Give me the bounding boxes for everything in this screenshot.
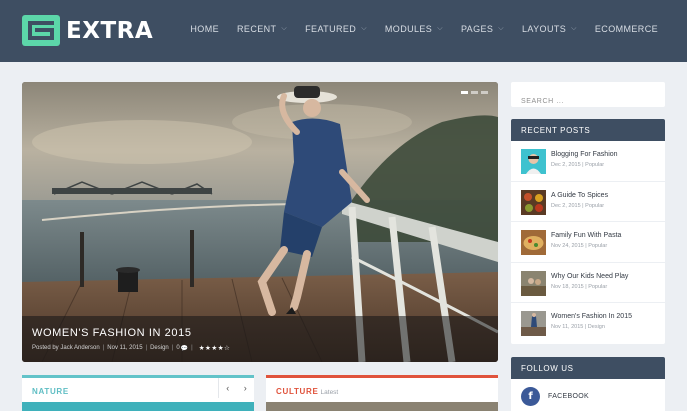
nav-item-modules[interactable]: MODULES ⌵: [385, 24, 443, 34]
culture-subtitle: Latest: [320, 389, 339, 396]
nature-card-image[interactable]: [22, 402, 254, 411]
culture-card-image[interactable]: [266, 402, 498, 411]
site-header: EXTRA HOME RECENT ⌵ FEATURED ⌵ MODULES ⌵ PA…: [0, 0, 687, 62]
nav-item-home[interactable]: HOME: [190, 24, 219, 34]
hero-meta: Posted by Jack Anderson | Nov 11, 2015 |…: [32, 345, 231, 352]
facebook-link[interactable]: f FACEBOOK: [521, 387, 589, 406]
nav-label: ECOMMERCE: [594, 24, 658, 34]
category-link[interactable]: Design: [150, 345, 169, 351]
site-logo[interactable]: EXTRA: [22, 15, 153, 46]
chevron-down-icon: ⌵: [571, 25, 577, 32]
chevron-down-icon: ⌵: [281, 25, 288, 32]
list-item[interactable]: A Guide To Spices Dec 2, 2015 | Popular: [511, 182, 665, 223]
post-meta: Nov 11, 2015 | Design: [551, 324, 605, 331]
nav-item-featured[interactable]: FEATURED ⌵: [305, 24, 367, 34]
slider-dot[interactable]: [481, 91, 488, 94]
nav-label: MODULES: [384, 24, 433, 34]
search-input[interactable]: [521, 98, 655, 105]
post-meta: Nov 24, 2015 | Popular: [551, 243, 608, 250]
facebook-icon: f: [521, 387, 540, 406]
logo-wordmark: EXTRA: [66, 17, 154, 44]
facebook-label: FACEBOOK: [548, 393, 589, 400]
nav-label: PAGES: [460, 24, 494, 34]
culture-title-text[interactable]: CULTURE: [276, 387, 319, 396]
hero-featured-post[interactable]: WOMEN'S FASHION IN 2015 Posted by Jack A…: [22, 82, 498, 362]
post-thumbnail[interactable]: [521, 189, 546, 215]
posted-by-label: Posted by: [32, 345, 59, 351]
follow-us-heading: FOLLOW US: [511, 357, 665, 379]
recent-posts-widget: RECENT POSTS Blogging For Fashion Dec 2,…: [511, 119, 665, 344]
culture-card-title: CULTURE Latest: [276, 387, 338, 396]
chevron-down-icon: ⌵: [498, 25, 505, 32]
follow-us-widget: FOLLOW US f FACEBOOK: [511, 357, 665, 411]
carousel-controls: ‹ ›: [218, 378, 254, 398]
nav-label: LAYOUTS: [522, 24, 567, 34]
nature-category-card: NATURE ‹ ›: [22, 375, 254, 411]
slider-dot[interactable]: [461, 91, 468, 94]
post-meta: Dec 2, 2015 | Popular: [551, 202, 605, 209]
chevron-left-icon[interactable]: ‹: [226, 383, 229, 393]
post-thumbnail[interactable]: [521, 311, 546, 337]
slider-dot[interactable]: [471, 91, 478, 94]
post-title[interactable]: Blogging For Fashion: [551, 151, 618, 158]
chevron-down-icon: ⌵: [437, 25, 443, 32]
list-item[interactable]: Family Fun With Pasta Nov 24, 2015 | Pop…: [511, 222, 665, 263]
hero-title[interactable]: WOMEN'S FASHION IN 2015: [32, 327, 192, 339]
hero-caption-overlay: [22, 316, 498, 362]
chevron-right-icon[interactable]: ›: [244, 383, 247, 393]
list-item[interactable]: Women's Fashion In 2015 Nov 11, 2015 | D…: [511, 303, 665, 344]
recent-posts-list: Blogging For Fashion Dec 2, 2015 | Popul…: [511, 141, 665, 344]
slider-dots: [461, 91, 488, 94]
post-title[interactable]: A Guide To Spices: [551, 192, 608, 199]
post-meta: Nov 18, 2015 | Popular: [551, 283, 608, 290]
nav-item-ecommerce[interactable]: ECOMMERCE: [595, 24, 658, 34]
nature-card-title[interactable]: NATURE: [32, 387, 69, 396]
recent-posts-heading: RECENT POSTS: [511, 119, 665, 141]
nav-label: HOME: [190, 24, 220, 34]
post-date: Nov 11, 2015: [107, 345, 143, 351]
chevron-down-icon: ⌵: [361, 25, 367, 32]
nav-item-layouts[interactable]: LAYOUTS ⌵: [522, 24, 577, 34]
nav-label: RECENT: [237, 24, 277, 34]
nav-item-pages[interactable]: PAGES ⌵: [461, 24, 504, 34]
comment-icon: 💬: [180, 345, 189, 352]
culture-category-card: CULTURE Latest: [266, 375, 498, 411]
post-thumbnail[interactable]: [521, 270, 546, 296]
post-meta: Dec 2, 2015 | Popular: [551, 162, 605, 168]
list-item[interactable]: Why Our Kids Need Play Nov 18, 2015 | Po…: [511, 263, 665, 304]
list-item[interactable]: Blogging For Fashion Dec 2, 2015 | Popul…: [511, 141, 665, 182]
nav-item-recent[interactable]: RECENT ⌵: [237, 24, 287, 34]
post-title[interactable]: Women's Fashion In 2015: [551, 313, 632, 320]
post-thumbnail[interactable]: [521, 230, 546, 256]
author-link[interactable]: Jack Anderson: [60, 345, 99, 351]
rating-stars: ★★★★☆: [198, 345, 231, 352]
nav-label: FEATURED: [305, 24, 357, 34]
search-box: [511, 82, 665, 107]
main-nav: HOME RECENT ⌵ FEATURED ⌵ MODULES ⌵ PAGES ⌵ L…: [172, 24, 658, 34]
comment-count[interactable]: 0: [176, 345, 179, 351]
post-title[interactable]: Why Our Kids Need Play: [551, 273, 628, 280]
post-title[interactable]: Family Fun With Pasta: [551, 232, 621, 239]
post-thumbnail[interactable]: [521, 149, 546, 174]
logo-mark-icon: [22, 15, 60, 46]
